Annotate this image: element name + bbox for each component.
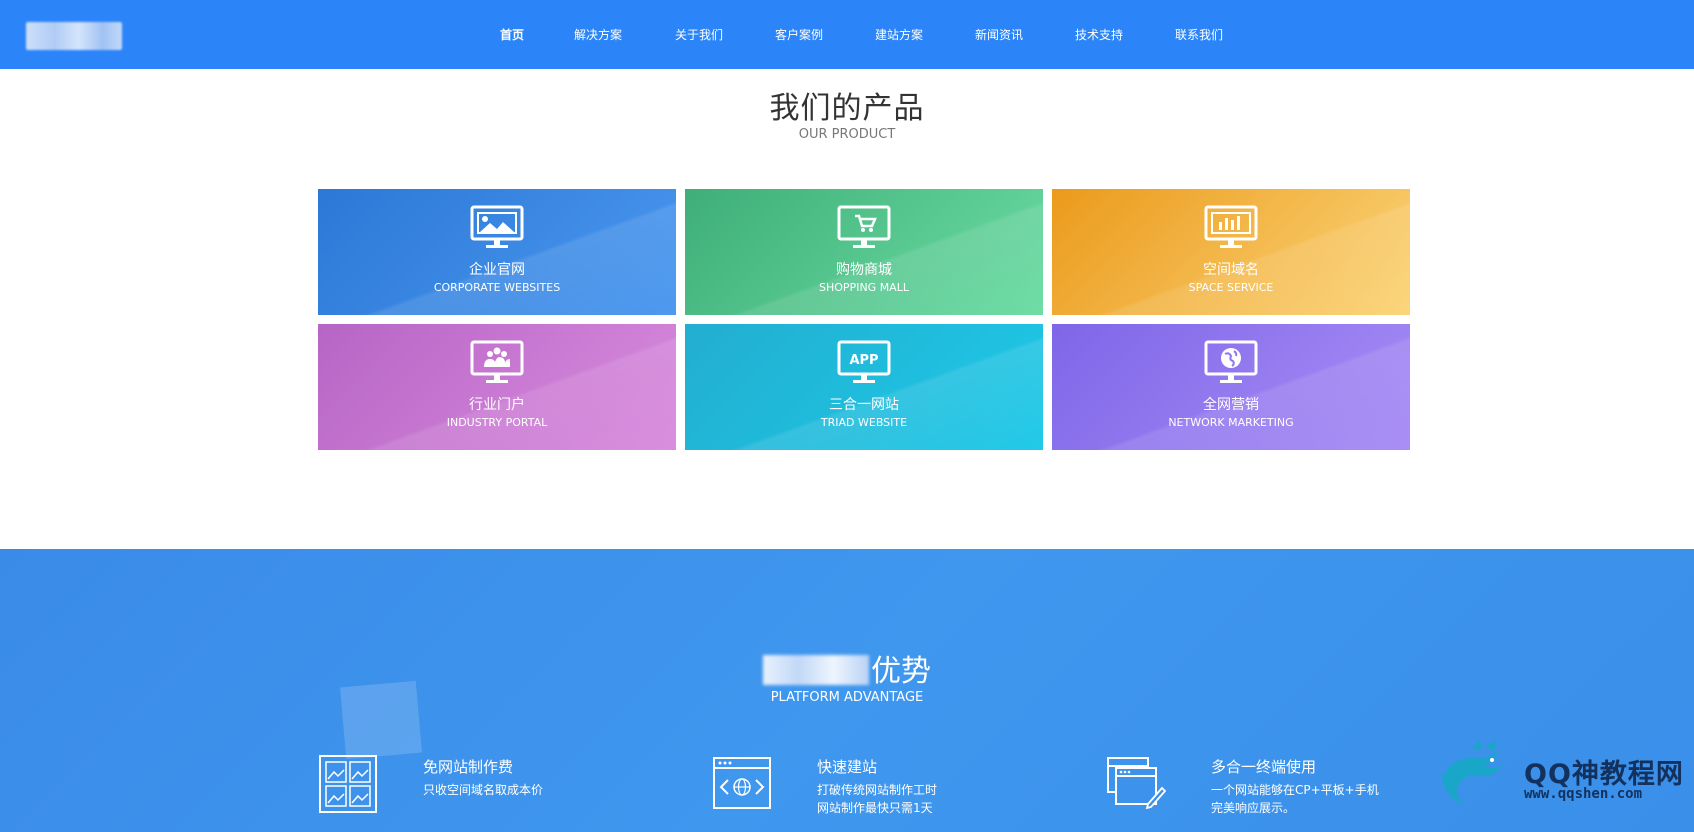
nav-item-solutions[interactable]: 解决方案	[574, 26, 622, 43]
card-title: 全网营销	[1203, 397, 1259, 413]
product-card-shopping[interactable]: 购物商城 SHOPPING MALL	[685, 189, 1043, 315]
product-card-triad[interactable]: APP 三合一网站 TRIAD WEBSITE	[685, 324, 1043, 450]
top-header: 首页 解决方案 关于我们 客户案例 建站方案 新闻资讯 技术支持 联系我们	[0, 0, 1694, 69]
feature-title: 免网站制作费	[423, 758, 514, 776]
card-title: 空间域名	[1203, 262, 1259, 278]
feature-desc-line: 完美响应展示。	[1211, 801, 1296, 815]
monitor-globe-icon	[1204, 340, 1258, 383]
feature-desc: 一个网站能够在CP+平板+手机 完美响应展示。	[1211, 781, 1379, 817]
monitor-image-icon	[470, 205, 524, 248]
card-title: 购物商城	[836, 262, 892, 278]
app-badge-text: APP	[849, 353, 878, 368]
product-card-space[interactable]: 空间域名 SPACE SERVICE	[1052, 189, 1410, 315]
card-subtitle: SPACE SERVICE	[1188, 281, 1274, 294]
feature-title: 多合一终端使用	[1211, 758, 1317, 776]
monitor-users-icon	[470, 340, 524, 383]
card-subtitle: SHOPPING MALL	[819, 281, 909, 294]
nav-item-contact[interactable]: 联系我们	[1175, 26, 1223, 43]
main-nav: 首页 解决方案 关于我们 客户案例 建站方案 新闻资讯 技术支持 联系我们	[0, 26, 1694, 46]
feature-desc: 只收空间域名取成本价	[423, 781, 543, 799]
products-subtitle: OUR PRODUCT	[798, 127, 896, 142]
feature-title: 快速建站	[817, 758, 878, 776]
card-subtitle: NETWORK MARKETING	[1168, 416, 1294, 429]
feature-desc-line: 一个网站能够在CP+平板+手机	[1211, 783, 1379, 797]
image-grid-icon	[319, 755, 377, 813]
nav-item-support[interactable]: 技术支持	[1075, 26, 1123, 43]
dragon-logo-icon	[1442, 740, 1502, 804]
advantage-title: 优势	[0, 646, 1694, 690]
nav-item-about[interactable]: 关于我们	[675, 26, 723, 43]
monitor-cart-icon	[837, 205, 891, 248]
feature-desc: 打破传统网站制作工时 网站制作最快只需1天	[817, 781, 937, 817]
browser-globe-icon	[713, 757, 771, 809]
card-subtitle: CORPORATE WEBSITES	[433, 281, 561, 294]
feature-desc-line: 打破传统网站制作工时	[817, 783, 938, 797]
products-title: 我们的产品	[769, 91, 925, 126]
card-title: 企业官网	[469, 262, 525, 278]
advantage-subtitle: PLATFORM ADVANTAGE	[770, 690, 924, 705]
nav-item-home[interactable]: 首页	[500, 26, 524, 43]
monitor-bar-chart-icon	[1204, 205, 1258, 248]
nav-item-site-plans[interactable]: 建站方案	[875, 26, 923, 43]
advantage-title-suffix: 优势	[871, 654, 931, 689]
product-card-portal[interactable]: 行业门户 INDUSTRY PORTAL	[318, 324, 676, 450]
nav-item-cases[interactable]: 客户案例	[775, 26, 823, 43]
card-title: 三合一网站	[829, 397, 899, 413]
windows-edit-icon	[1107, 757, 1166, 810]
monitor-app-icon: APP	[837, 340, 891, 383]
product-card-marketing[interactable]: 全网营销 NETWORK MARKETING	[1052, 324, 1410, 450]
watermark-url: www.qqshen.com	[1524, 786, 1643, 802]
card-title: 行业门户	[469, 397, 525, 413]
card-subtitle: TRIAD WEBSITE	[820, 416, 908, 429]
feature-desc-line: 只收空间域名取成本价	[423, 783, 544, 797]
watermark: QQ神教程网 www.qqshen.com	[1432, 738, 1690, 810]
blurred-brand-name	[763, 655, 869, 685]
feature-desc-line: 网站制作最快只需1天	[817, 801, 933, 815]
card-subtitle: INDUSTRY PORTAL	[446, 416, 548, 429]
nav-item-news[interactable]: 新闻资讯	[975, 26, 1023, 43]
product-card-corporate[interactable]: 企业官网 CORPORATE WEBSITES	[318, 189, 676, 315]
